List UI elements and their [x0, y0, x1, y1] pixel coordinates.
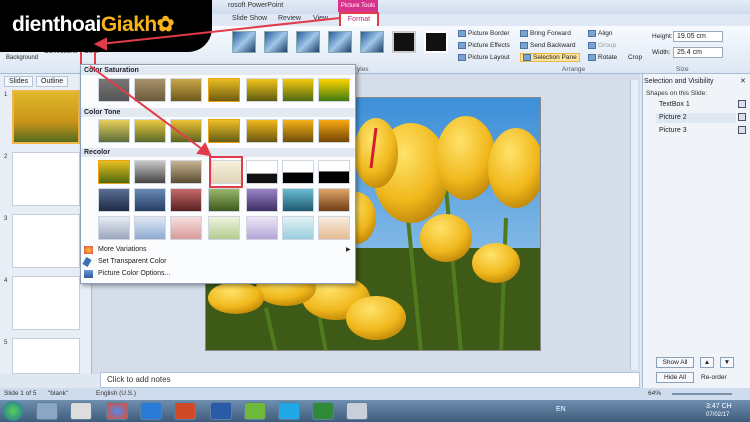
- annotation-arrows: [89, 17, 341, 157]
